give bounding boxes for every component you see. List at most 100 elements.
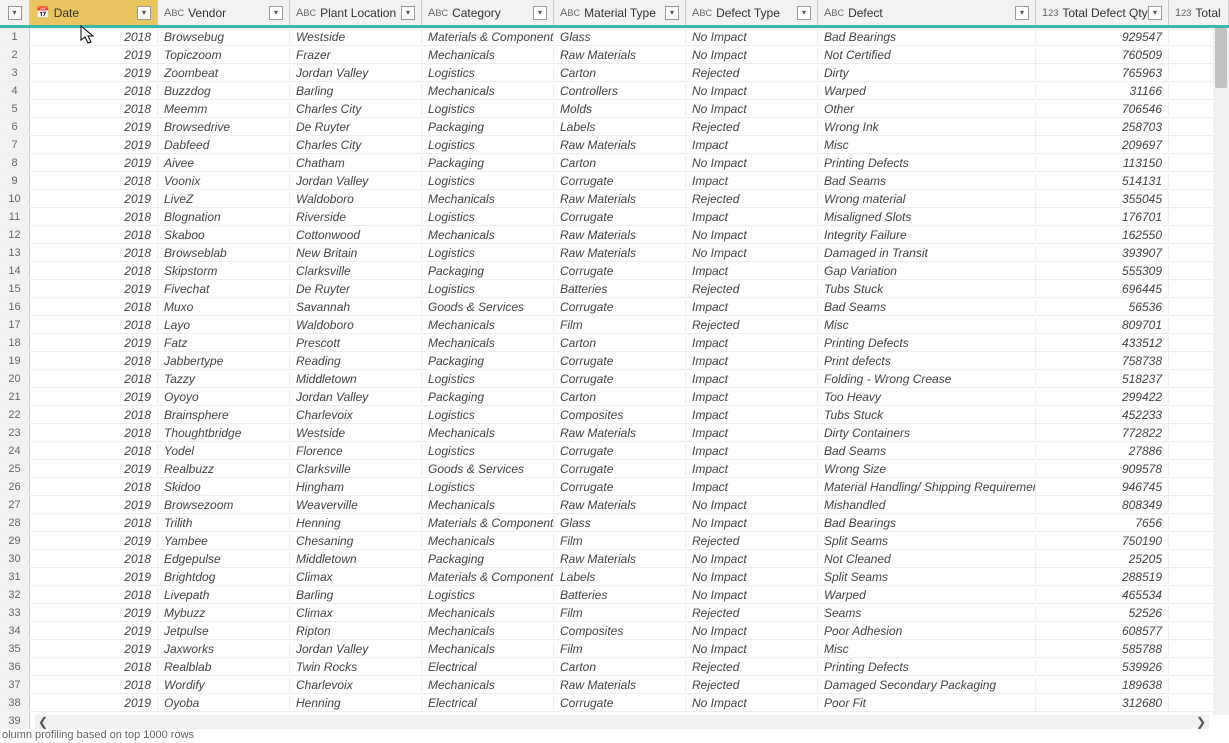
cell-material[interactable]: Glass <box>554 30 686 44</box>
table-row[interactable]: 162018MuxoSavannahGoods & ServicesCorrug… <box>0 298 1229 316</box>
cell-material[interactable]: Raw Materials <box>554 138 686 152</box>
cell-defect-type[interactable]: Impact <box>686 264 818 278</box>
cell-date[interactable]: 2018 <box>30 444 158 458</box>
table-row[interactable]: 72019DabfeedCharles CityLogisticsRaw Mat… <box>0 136 1229 154</box>
cell-plant[interactable]: Barling <box>290 84 422 98</box>
cell-qty[interactable]: 452233 <box>1036 408 1169 422</box>
cell-date[interactable]: 2019 <box>30 336 158 350</box>
cell-defect[interactable]: Wrong Ink <box>818 120 1036 134</box>
cell-defect[interactable]: Bad Seams <box>818 444 1036 458</box>
cell-vendor[interactable]: Fivechat <box>158 282 290 296</box>
cell-plant[interactable]: Clarksville <box>290 462 422 476</box>
cell-plant[interactable]: Twin Rocks <box>290 660 422 674</box>
cell-defect-type[interactable]: Impact <box>686 300 818 314</box>
cell-date[interactable]: 2018 <box>30 426 158 440</box>
cell-plant[interactable]: Jordan Valley <box>290 390 422 404</box>
scroll-right-icon[interactable]: ❯ <box>1193 715 1209 729</box>
col-header-defect[interactable]: ABC Defect ▾ <box>818 0 1036 25</box>
cell-defect[interactable]: Printing Defects <box>818 156 1036 170</box>
table-row[interactable]: 42018BuzzdogBarlingMechanicalsController… <box>0 82 1229 100</box>
cell-category[interactable]: Materials & Components <box>422 570 554 584</box>
cell-defect[interactable]: Poor Fit <box>818 696 1036 710</box>
table-row[interactable]: 272019BrowsezoomWeavervilleMechanicalsRa… <box>0 496 1229 514</box>
cell-date[interactable]: 2019 <box>30 282 158 296</box>
cell-vendor[interactable]: Yambee <box>158 534 290 548</box>
cell-material[interactable]: Corrugate <box>554 480 686 494</box>
cell-qty[interactable]: 809701 <box>1036 318 1169 332</box>
cell-material[interactable]: Corrugate <box>554 354 686 368</box>
cell-category[interactable]: Mechanicals <box>422 426 554 440</box>
cell-plant[interactable]: Prescott <box>290 336 422 350</box>
cell-plant[interactable]: Middletown <box>290 372 422 386</box>
cell-vendor[interactable]: Layo <box>158 318 290 332</box>
table-row[interactable]: 312019BrightdogClimaxMaterials & Compone… <box>0 568 1229 586</box>
cell-vendor[interactable]: Oyoyo <box>158 390 290 404</box>
cell-plant[interactable]: Middletown <box>290 552 422 566</box>
cell-defect-type[interactable]: Impact <box>686 336 818 350</box>
cell-category[interactable]: Logistics <box>422 282 554 296</box>
cell-defect-type[interactable]: No Impact <box>686 588 818 602</box>
cell-date[interactable]: 2018 <box>30 246 158 260</box>
cell-vendor[interactable]: Aivee <box>158 156 290 170</box>
cell-defect-type[interactable]: Impact <box>686 462 818 476</box>
cell-category[interactable]: Logistics <box>422 246 554 260</box>
table-row[interactable]: 342019JetpulseRiptonMechanicalsComposite… <box>0 622 1229 640</box>
cell-category[interactable]: Logistics <box>422 480 554 494</box>
cell-defect[interactable]: Damaged in Transit <box>818 246 1036 260</box>
cell-plant[interactable]: Charlevoix <box>290 678 422 692</box>
cell-category[interactable]: Logistics <box>422 102 554 116</box>
cell-category[interactable]: Logistics <box>422 408 554 422</box>
cell-defect[interactable]: Tubs Stuck <box>818 408 1036 422</box>
cell-date[interactable]: 2019 <box>30 156 158 170</box>
cell-material[interactable]: Film <box>554 642 686 656</box>
cell-plant[interactable]: Florence <box>290 444 422 458</box>
cell-material[interactable]: Carton <box>554 390 686 404</box>
cell-qty[interactable]: 696445 <box>1036 282 1169 296</box>
cell-qty[interactable]: 555309 <box>1036 264 1169 278</box>
cell-qty[interactable]: 765963 <box>1036 66 1169 80</box>
cell-defect[interactable]: Misc <box>818 642 1036 656</box>
cell-defect-type[interactable]: No Impact <box>686 48 818 62</box>
cell-plant[interactable]: Henning <box>290 696 422 710</box>
cell-qty[interactable]: 288519 <box>1036 570 1169 584</box>
cell-qty[interactable]: 808349 <box>1036 498 1169 512</box>
cell-plant[interactable]: Waldoboro <box>290 192 422 206</box>
cell-defect-type[interactable]: Rejected <box>686 66 818 80</box>
cell-vendor[interactable]: Yodel <box>158 444 290 458</box>
cell-date[interactable]: 2018 <box>30 102 158 116</box>
cell-defect-type[interactable]: No Impact <box>686 84 818 98</box>
table-row[interactable]: 212019OyoyoJordan ValleyPackagingCartonI… <box>0 388 1229 406</box>
filter-dropdown-icon[interactable]: ▾ <box>1015 6 1029 20</box>
cell-defect[interactable]: Too Heavy <box>818 390 1036 404</box>
cell-plant[interactable]: Westside <box>290 30 422 44</box>
cell-qty[interactable]: 258703 <box>1036 120 1169 134</box>
table-row[interactable]: 142018SkipstormClarksvillePackagingCorru… <box>0 262 1229 280</box>
col-header-plant[interactable]: ABC Plant Location ▾ <box>290 0 422 25</box>
cell-category[interactable]: Mechanicals <box>422 336 554 350</box>
cell-material[interactable]: Corrugate <box>554 210 686 224</box>
table-row[interactable]: 302018EdgepulseMiddletownPackagingRaw Ma… <box>0 550 1229 568</box>
cell-vendor[interactable]: Edgepulse <box>158 552 290 566</box>
table-row[interactable]: 202018TazzyMiddletownLogisticsCorrugateI… <box>0 370 1229 388</box>
cell-qty[interactable]: 585788 <box>1036 642 1169 656</box>
cell-defect[interactable]: Split Seams <box>818 534 1036 548</box>
cell-qty[interactable]: 608577 <box>1036 624 1169 638</box>
cell-defect-type[interactable]: No Impact <box>686 570 818 584</box>
cell-material[interactable]: Raw Materials <box>554 192 686 206</box>
cell-qty[interactable]: 52526 <box>1036 606 1169 620</box>
cell-defect-type[interactable]: No Impact <box>686 102 818 116</box>
cell-defect[interactable]: Printing Defects <box>818 660 1036 674</box>
cell-plant[interactable]: Climax <box>290 570 422 584</box>
col-header-downtime[interactable]: 123 Total Do <box>1169 0 1229 25</box>
cell-category[interactable]: Mechanicals <box>422 48 554 62</box>
cell-category[interactable]: Mechanicals <box>422 498 554 512</box>
cell-date[interactable]: 2019 <box>30 624 158 638</box>
cell-plant[interactable]: Waldoboro <box>290 318 422 332</box>
cell-defect-type[interactable]: Rejected <box>686 120 818 134</box>
cell-plant[interactable]: Chatham <box>290 156 422 170</box>
cell-category[interactable]: Mechanicals <box>422 606 554 620</box>
cell-plant[interactable]: Savannah <box>290 300 422 314</box>
cell-date[interactable]: 2018 <box>30 480 158 494</box>
cell-vendor[interactable]: Browsebug <box>158 30 290 44</box>
cell-material[interactable]: Batteries <box>554 588 686 602</box>
